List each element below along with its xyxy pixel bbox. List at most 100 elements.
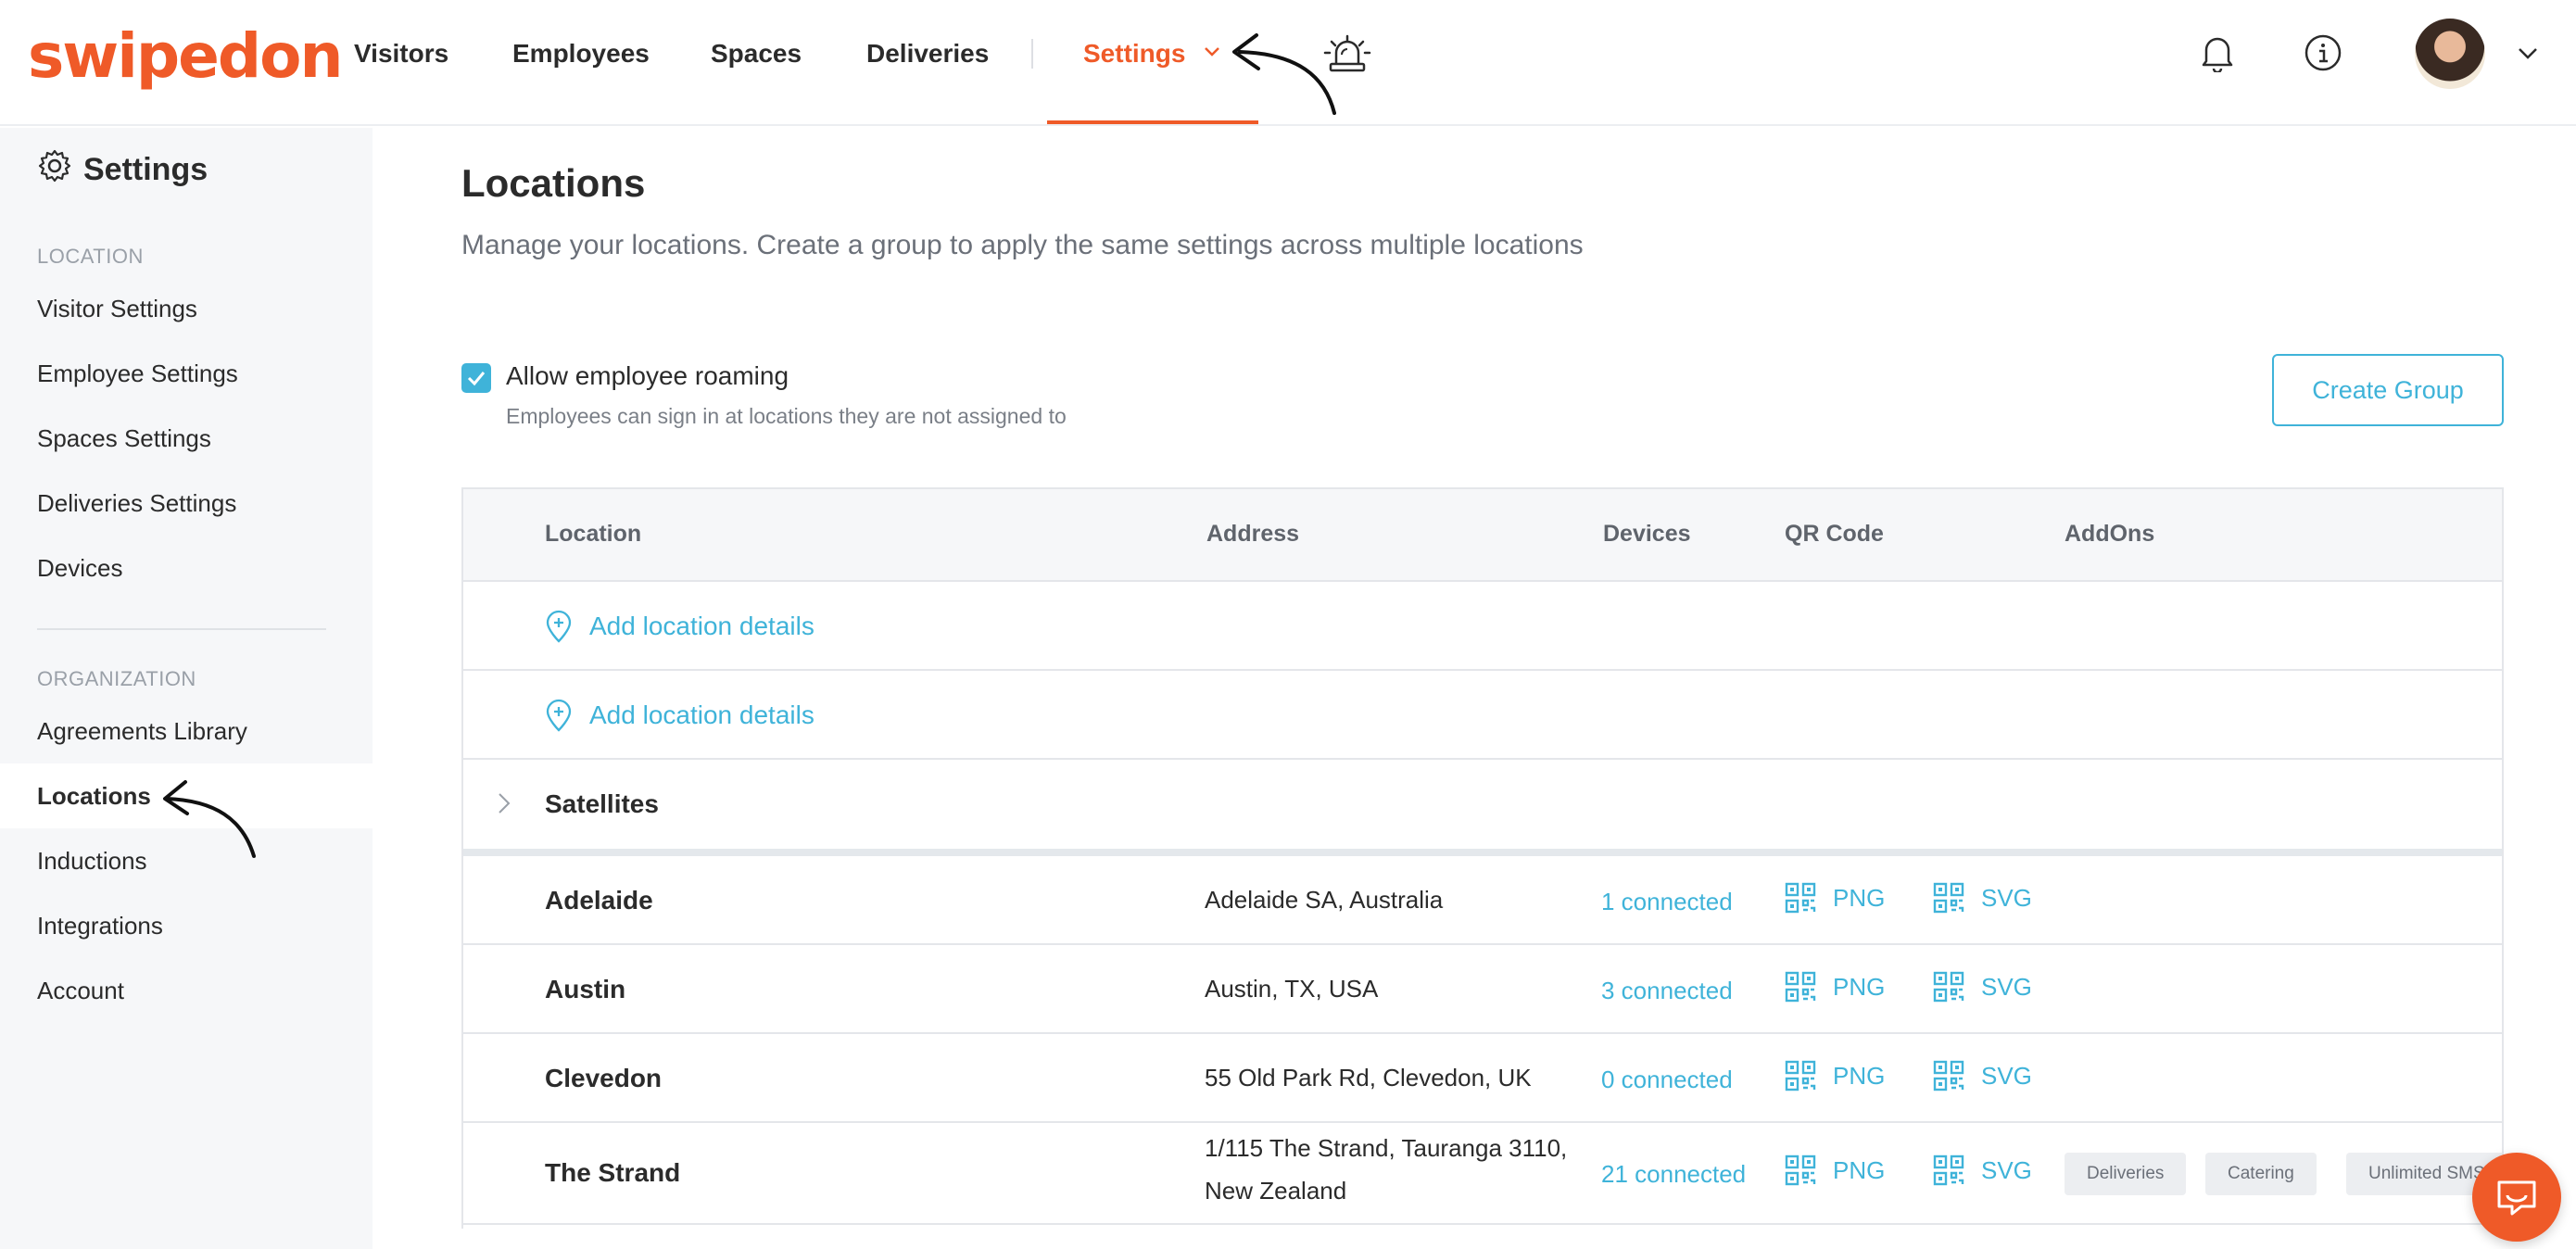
swipedon-logo[interactable]: swipedon	[28, 20, 343, 92]
nav-deliveries[interactable]: Deliveries	[866, 35, 989, 72]
column-header-qr-code: QR Code	[1785, 521, 1884, 547]
qr-png-download[interactable]: PNG	[1785, 1060, 1885, 1091]
qr-svg-download[interactable]: SVG	[1933, 1060, 2032, 1091]
qr-png-download[interactable]: PNG	[1785, 971, 1885, 1003]
svg-label: SVG	[1981, 972, 2032, 1001]
emergency-alarm-icon[interactable]	[1321, 28, 1373, 78]
nav-spaces[interactable]: Spaces	[711, 35, 802, 72]
table-row: Austin Austin, TX, USA 3 connected PNG S…	[463, 945, 2502, 1034]
qr-code-icon	[1933, 882, 1964, 914]
svg-label: SVG	[1981, 883, 2032, 912]
employee-roaming-checkbox[interactable]	[461, 363, 491, 393]
qr-svg-download[interactable]: SVG	[1933, 971, 2032, 1003]
qr-code-icon	[1785, 971, 1816, 1003]
add-location-details-link[interactable]: Add location details	[545, 699, 814, 732]
employee-roaming-help: Employees can sign in at locations they …	[506, 404, 1067, 428]
png-label: PNG	[1833, 972, 1886, 1001]
table-row: Add location details	[463, 671, 2502, 760]
table-row: Clevedon 55 Old Park Rd, Clevedon, UK 0 …	[463, 1034, 2502, 1123]
sidebar-item-integrations[interactable]: Integrations	[0, 893, 373, 958]
page-title: Locations	[461, 161, 646, 205]
addon-badge: Catering	[2205, 1153, 2317, 1195]
svg-label: SVG	[1981, 1061, 2032, 1090]
add-location-label: Add location details	[589, 612, 814, 640]
png-label: PNG	[1833, 1155, 1886, 1184]
settings-chevron-down-icon[interactable]	[1201, 41, 1223, 63]
add-location-pin-icon	[546, 699, 572, 732]
checkmark-icon	[467, 372, 486, 386]
location-address: 1/115 The Strand, Tauranga 3110, New Zea…	[1205, 1127, 1567, 1212]
chat-icon	[2497, 1180, 2536, 1216]
gear-icon	[37, 148, 72, 192]
devices-connected-link[interactable]: 3 connected	[1601, 977, 1733, 1005]
nav-visitors[interactable]: Visitors	[354, 35, 448, 72]
group-name: Satellites	[545, 789, 659, 818]
table-row: Add location details	[463, 582, 2502, 671]
create-group-button[interactable]: Create Group	[2272, 354, 2504, 426]
devices-connected-link[interactable]: 1 connected	[1601, 888, 1733, 916]
sidebar-item-deliveries-settings[interactable]: Deliveries Settings	[0, 471, 373, 536]
account-chevron-down-icon[interactable]	[2515, 43, 2541, 65]
employee-roaming-label[interactable]: Allow employee roaming	[506, 361, 789, 391]
table-row: The Strand 1/115 The Strand, Tauranga 31…	[463, 1123, 2502, 1225]
qr-code-icon	[1785, 1060, 1816, 1091]
sidebar-heading: Settings	[37, 148, 208, 192]
sidebar-item-agreements-library[interactable]: Agreements Library	[0, 699, 373, 763]
devices-connected-link[interactable]: 0 connected	[1601, 1066, 1733, 1094]
qr-code-icon	[1933, 971, 1964, 1003]
table-header: Location Address Devices QR Code AddOns	[463, 489, 2502, 582]
sidebar-title: Settings	[83, 152, 208, 187]
nav-settings[interactable]: Settings	[1083, 35, 1185, 72]
png-label: PNG	[1833, 883, 1886, 912]
add-location-pin-icon	[546, 610, 572, 643]
qr-png-download[interactable]: PNG	[1785, 1154, 1885, 1186]
add-location-label: Add location details	[589, 700, 814, 729]
active-tab-indicator	[1047, 120, 1258, 124]
location-name[interactable]: The Strand	[545, 1158, 680, 1188]
svg-label: SVG	[1981, 1155, 2032, 1184]
location-name[interactable]: Adelaide	[545, 886, 653, 915]
sidebar-divider	[37, 628, 326, 630]
locations-table: Location Address Devices QR Code AddOns …	[461, 487, 2504, 1229]
column-header-addons: AddOns	[2065, 521, 2155, 547]
top-navigation: swipedon Visitors Employees Spaces Deliv…	[0, 0, 2576, 126]
qr-code-icon	[1933, 1154, 1964, 1186]
qr-svg-download[interactable]: SVG	[1933, 1154, 2032, 1186]
location-address: Austin, TX, USA	[1205, 975, 1379, 1003]
sidebar-item-employee-settings[interactable]: Employee Settings	[0, 341, 373, 406]
expand-chevron-right-icon[interactable]	[497, 791, 511, 820]
qr-code-icon	[1785, 1154, 1816, 1186]
section-label-location: LOCATION	[37, 245, 144, 268]
chat-launcher-button[interactable]	[2472, 1153, 2561, 1242]
user-avatar[interactable]	[2415, 19, 2485, 89]
page-subtitle: Manage your locations. Create a group to…	[461, 230, 1584, 260]
sidebar-item-locations[interactable]: Locations	[0, 763, 373, 828]
group-separator	[463, 849, 2502, 856]
column-header-location: Location	[545, 521, 642, 547]
sidebar-item-spaces-settings[interactable]: Spaces Settings	[0, 406, 373, 471]
location-address: Adelaide SA, Australia	[1205, 886, 1444, 914]
location-address: 55 Old Park Rd, Clevedon, UK	[1205, 1064, 1532, 1091]
sidebar-item-devices[interactable]: Devices	[0, 536, 373, 600]
qr-png-download[interactable]: PNG	[1785, 882, 1885, 914]
qr-code-icon	[1933, 1060, 1964, 1091]
section-label-organization: ORGANIZATION	[37, 667, 196, 690]
location-name[interactable]: Austin	[545, 975, 625, 1004]
sidebar-item-account[interactable]: Account	[0, 958, 373, 1023]
bell-icon[interactable]	[2196, 32, 2239, 74]
png-label: PNG	[1833, 1061, 1886, 1090]
column-header-devices: Devices	[1603, 521, 1691, 547]
info-icon[interactable]	[2302, 32, 2344, 74]
nav-divider	[1031, 39, 1033, 69]
address-line-2: New Zealand	[1205, 1177, 1347, 1205]
sidebar-item-visitor-settings[interactable]: Visitor Settings	[0, 276, 373, 341]
nav-employees[interactable]: Employees	[512, 35, 650, 72]
sidebar-item-inductions[interactable]: Inductions	[0, 828, 373, 893]
qr-code-icon	[1785, 882, 1816, 914]
qr-svg-download[interactable]: SVG	[1933, 882, 2032, 914]
group-row-satellites[interactable]: Satellites	[463, 760, 2502, 849]
location-name[interactable]: Clevedon	[545, 1064, 662, 1093]
add-location-details-link[interactable]: Add location details	[545, 610, 814, 643]
table-row: Adelaide Adelaide SA, Australia 1 connec…	[463, 856, 2502, 945]
devices-connected-link[interactable]: 21 connected	[1601, 1160, 1746, 1189]
